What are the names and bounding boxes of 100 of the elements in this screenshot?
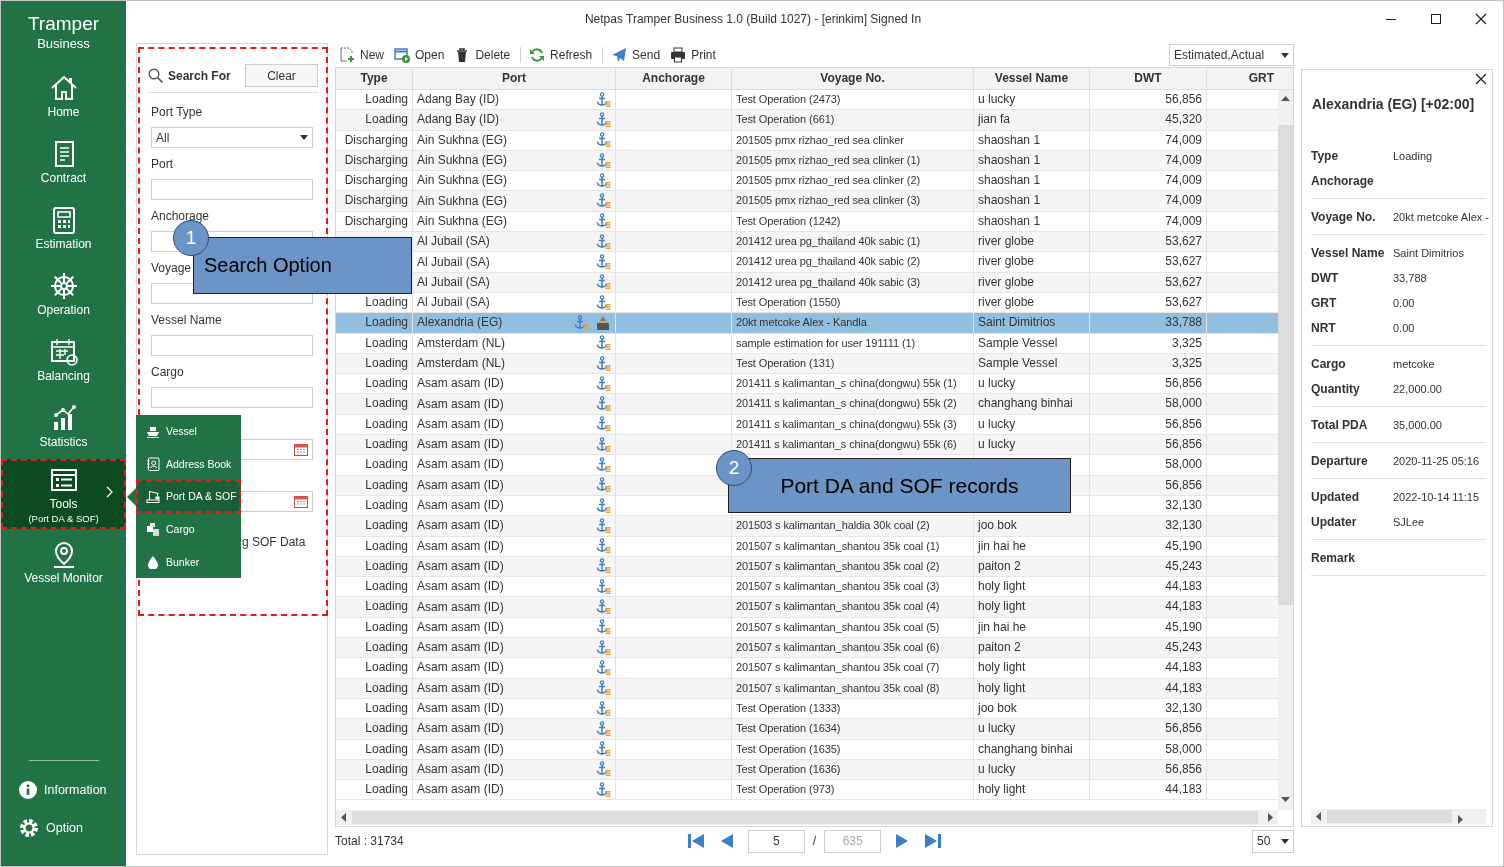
detail-label: Type: [1311, 148, 1340, 163]
detail-label: DWT: [1311, 270, 1340, 285]
table-cell: 201505 pmx rizhao_red sea clinker: [732, 130, 974, 151]
logo-text: Business: [36, 35, 91, 52]
table-cell: holy light: [974, 597, 1090, 618]
page-count-field: 635: [824, 829, 882, 853]
table-cell: Loading: [336, 719, 413, 740]
port-name: Adang Bay (ID): [417, 91, 500, 109]
port-name: Asam asam (ID): [417, 436, 504, 454]
table-cell: u lucky: [974, 719, 1090, 740]
port-name: Alexandria (EG): [417, 314, 503, 332]
field-label: Port: [151, 157, 173, 172]
table-cell: 56,856: [1090, 475, 1207, 496]
detail-value: SJLee: [1393, 515, 1425, 528]
detail-value: 2022-10-14 11:15: [1393, 490, 1480, 503]
detail-value: 35,000.00: [1393, 418, 1442, 431]
table-cell: Loading: [336, 455, 413, 476]
detail-label: NRT: [1311, 320, 1337, 335]
table-cell: Test Operation (1634): [732, 719, 974, 740]
detail-label: Total PDA: [1311, 417, 1369, 432]
logo-text: Tramper: [26, 13, 101, 35]
table-cell: 201507 s kalimantan_shantou 35k coal (1): [732, 536, 974, 557]
table-cell: 3,325: [1090, 333, 1207, 354]
table-cell: 58,000: [1090, 739, 1207, 760]
port-name: Asam asam (ID): [417, 700, 504, 718]
total-count: Total : 31734: [335, 834, 405, 848]
table-cell: Loading: [336, 110, 413, 131]
table-cell: 201412 urea pg_thailand 40k sabic (3): [732, 272, 974, 293]
detail-value: Saint Dimitrios: [1393, 246, 1464, 259]
port-name: Asam asam (ID): [417, 395, 504, 413]
table-cell: Discharging: [336, 191, 413, 212]
table-cell: Loading: [336, 658, 413, 679]
option-label: g SOF Data: [242, 535, 306, 549]
table-cell: Test Operation (1635): [732, 739, 974, 760]
detail-label: Vessel Name: [1311, 245, 1386, 260]
table-cell: 201503 s kalimantan_haldia 30k coal (2): [732, 516, 974, 537]
table-cell: Loading: [336, 394, 413, 415]
table-cell: 201507 s kalimantan_shantou 35k coal (4): [732, 597, 974, 618]
port-name: Al Jubail (SA): [417, 294, 490, 312]
table-cell: Saint Dimitrios: [974, 313, 1090, 334]
table-cell: 58,000: [1090, 455, 1207, 476]
port-name: Asam asam (ID): [417, 578, 504, 596]
port-name: Asam asam (ID): [417, 415, 504, 433]
table-cell: river globe: [974, 272, 1090, 293]
detail-label: Quantity: [1311, 381, 1361, 396]
table-cell: holy light: [974, 658, 1090, 679]
table-cell: 53,627: [1090, 272, 1207, 293]
detail-label: Updater: [1311, 514, 1358, 529]
port-name: Ain Sukhna (EG): [417, 212, 508, 230]
table-cell: jian fa: [974, 110, 1090, 131]
table-cell: Loading: [336, 678, 413, 699]
table-cell: 33,788: [1090, 313, 1207, 334]
detail-label: Cargo: [1311, 356, 1347, 371]
search-heading: Search For: [168, 68, 231, 83]
detail-label: Departure: [1311, 453, 1369, 468]
window-title: Netpas Tramper Business 1.0 (Build 1027) - [erinkim] Signed In: [583, 12, 923, 26]
table-cell: 45,320: [1090, 110, 1207, 131]
detail-value: 0.00: [1393, 296, 1415, 309]
table-cell: 44,183: [1090, 678, 1207, 699]
field-label: Voyage: [151, 261, 192, 276]
table-cell: 20kt metcoke Alex - Kandla: [732, 313, 974, 334]
detail-label: Anchorage: [1311, 173, 1375, 188]
table-cell: shaoshan 1: [974, 191, 1090, 212]
table-cell: holy light: [974, 780, 1090, 801]
port-name: Adang Bay (ID): [417, 111, 500, 129]
port-name: Asam asam (ID): [417, 537, 504, 555]
detail-title: Alexandria (EG) [+02:00]: [1312, 96, 1476, 112]
table-cell: 32,130: [1090, 516, 1207, 537]
table-cell: 44,183: [1090, 780, 1207, 801]
port-name: Asam asam (ID): [417, 639, 504, 657]
port-name: Asam asam (ID): [417, 497, 504, 515]
port-name: Asam asam (ID): [417, 476, 504, 494]
port-name: Ain Sukhna (EG): [417, 131, 508, 149]
table-cell: 74,009: [1090, 130, 1207, 151]
table-cell: river globe: [974, 252, 1090, 273]
port-name: Asam asam (ID): [417, 760, 504, 778]
table-cell: Loading: [336, 313, 413, 334]
table-cell: changhang binhai: [974, 394, 1090, 415]
table-cell: Sample Vessel: [974, 333, 1090, 354]
field-label: Port Type: [151, 105, 203, 120]
table-cell: 44,183: [1090, 597, 1207, 618]
table-cell: Test Operation (973): [732, 780, 974, 801]
port-name: Asam asam (ID): [417, 659, 504, 677]
detail-value: 22,000.00: [1393, 382, 1442, 395]
field-label: Cargo: [151, 365, 184, 380]
port-name: Amsterdam (NL): [417, 334, 505, 352]
port-name: Al Jubail (SA): [417, 233, 490, 251]
port-name: Asam asam (ID): [417, 740, 504, 758]
table-cell: Discharging: [336, 130, 413, 151]
port-name: Asam asam (ID): [417, 557, 504, 575]
table-cell: 56,856: [1090, 719, 1207, 740]
table-cell: jin hai he: [974, 536, 1090, 557]
detail-label: Remark: [1311, 550, 1357, 565]
table-cell: Loading: [336, 739, 413, 760]
port-name: Asam asam (ID): [417, 375, 504, 393]
detail-value: metcoke: [1393, 357, 1435, 370]
table-cell: changhang binhai: [974, 739, 1090, 760]
port-name: Ain Sukhna (EG): [417, 172, 508, 190]
port-name: Asam asam (ID): [417, 720, 504, 738]
table-cell: 201507 s kalimantan_shantou 35k coal (8): [732, 678, 974, 699]
